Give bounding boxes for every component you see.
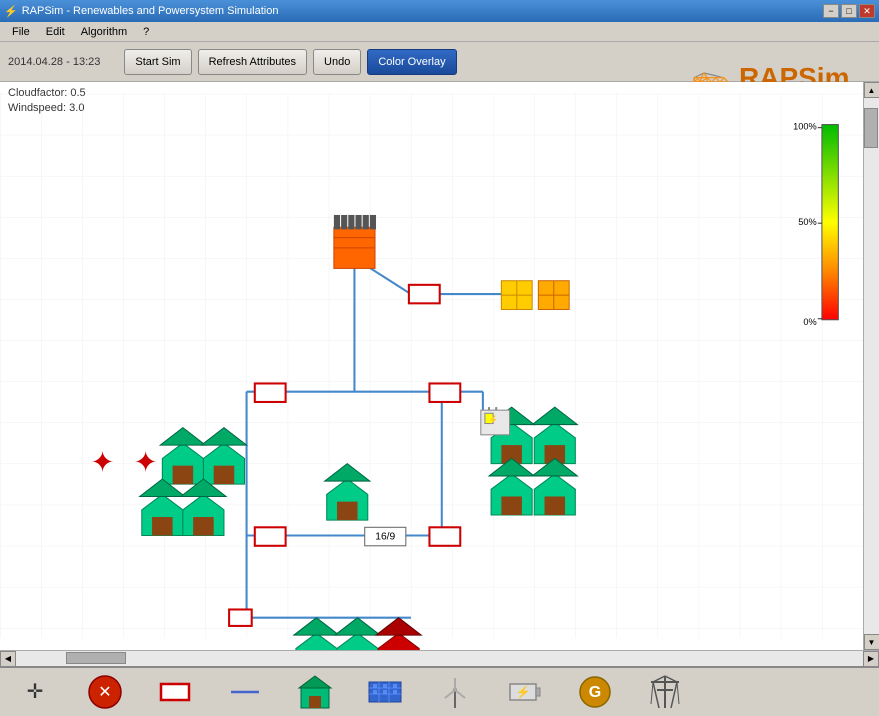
title-text: RAPSim - Renewables and Powersystem Simu…	[22, 5, 279, 17]
house-tool[interactable]	[290, 673, 340, 711]
datetime-label: 2014.04.28 - 13:23	[8, 56, 100, 68]
menu-help[interactable]: ?	[135, 22, 157, 41]
color-overlay-button[interactable]: Color Overlay	[367, 49, 456, 75]
svg-text:0%: 0%	[803, 317, 816, 327]
scroll-track-horizontal[interactable]	[16, 651, 863, 666]
svg-text:✦: ✦	[134, 447, 158, 479]
horizontal-scrollbar[interactable]: ◀ ▶	[0, 650, 879, 666]
delete-tool[interactable]: ✕	[80, 673, 130, 711]
window-title: ⚡ RAPSim - Renewables and Powersystem Si…	[4, 5, 823, 18]
bottom-toolbar: ✛ ✕	[0, 666, 879, 716]
scroll-up-button[interactable]: ▲	[864, 82, 879, 98]
line-tool[interactable]	[220, 673, 270, 711]
svg-text:50%: 50%	[798, 217, 816, 227]
svg-text:16/9: 16/9	[375, 532, 395, 543]
close-button[interactable]: ✕	[859, 4, 875, 18]
svg-text:⚡: ⚡	[516, 685, 531, 699]
battery-tool[interactable]: ⚡	[500, 673, 550, 711]
minimize-button[interactable]: −	[823, 4, 839, 18]
window-controls: − □ ✕	[823, 4, 875, 18]
menubar: File Edit Algorithm ?	[0, 22, 879, 42]
vertical-scrollbar[interactable]: ▲ ▼	[863, 82, 879, 650]
scroll-track-vertical[interactable]	[864, 98, 879, 634]
maximize-button[interactable]: □	[841, 4, 857, 18]
scroll-left-button[interactable]: ◀	[0, 651, 16, 667]
scroll-down-button[interactable]: ▼	[864, 634, 879, 650]
menu-file[interactable]: File	[4, 22, 38, 41]
svg-text:✕: ✕	[98, 684, 111, 701]
toolbar: 2014.04.28 - 13:23 Start Sim Refresh Att…	[0, 42, 879, 82]
svg-text:G: G	[589, 684, 601, 701]
menu-algorithm[interactable]: Algorithm	[73, 22, 135, 41]
svg-text:100%: 100%	[793, 122, 817, 132]
bus-tool[interactable]	[150, 673, 200, 711]
generator-tool[interactable]: G	[570, 673, 620, 711]
scroll-thumb-vertical[interactable]	[864, 108, 878, 148]
simulation-canvas[interactable]: Cloudfactor: 0.5 Windspeed: 3.0	[0, 82, 863, 650]
pylon-tool[interactable]	[640, 673, 690, 711]
solar-panel-tool[interactable]	[360, 673, 410, 711]
app-icon: ⚡	[4, 5, 18, 18]
refresh-attributes-button[interactable]: Refresh Attributes	[198, 49, 307, 75]
titlebar: ⚡ RAPSim - Renewables and Powersystem Si…	[0, 0, 879, 22]
menu-edit[interactable]: Edit	[38, 22, 73, 41]
move-tool[interactable]: ✛	[10, 673, 60, 711]
undo-button[interactable]: Undo	[313, 49, 361, 75]
svg-text:✦: ✦	[90, 447, 114, 479]
sim-svg: 16/9 ✦ ✦	[0, 82, 863, 650]
svg-text:⚡: ⚡	[488, 415, 498, 426]
scroll-right-button[interactable]: ▶	[863, 651, 879, 667]
start-sim-button[interactable]: Start Sim	[124, 49, 191, 75]
scroll-thumb-horizontal[interactable]	[66, 652, 126, 664]
wind-turbine-tool[interactable]	[430, 673, 480, 711]
